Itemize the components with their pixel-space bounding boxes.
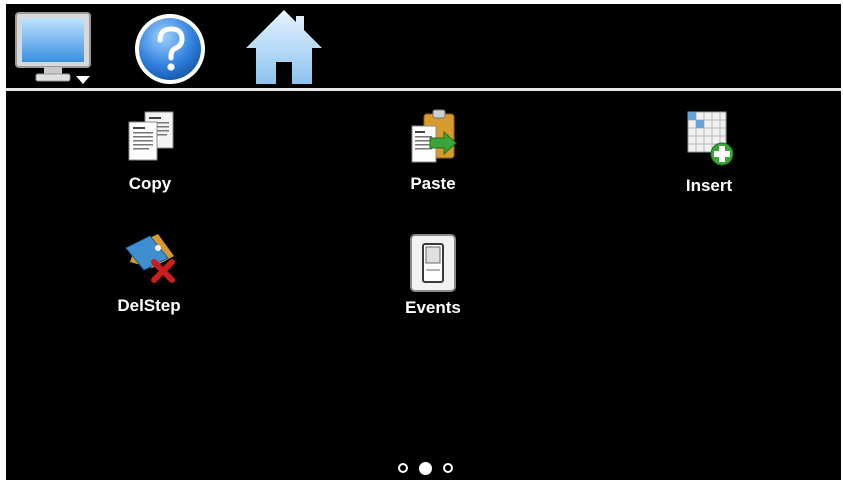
help-button[interactable]: [130, 10, 210, 86]
insert-button[interactable]: Insert: [654, 110, 764, 210]
page-indicator: [396, 462, 466, 478]
delstep-label: DelStep: [117, 296, 181, 315]
home-icon: [246, 10, 322, 84]
page-dot-2-active[interactable]: [419, 462, 432, 475]
copy-label: Copy: [128, 174, 172, 193]
paste-button[interactable]: Paste: [378, 108, 488, 208]
top-toolbar: [6, 4, 841, 88]
paste-label: Paste: [410, 174, 456, 193]
monitor-icon: [15, 12, 91, 84]
delstep-button[interactable]: DelStep: [94, 230, 204, 330]
page-dot-1[interactable]: [398, 463, 408, 473]
help-icon: [135, 14, 205, 84]
toolbar-divider: [6, 88, 841, 91]
screen: Copy Paste Insert DelStep Events: [6, 4, 841, 480]
copy-icon: [128, 111, 174, 161]
monitor-button[interactable]: [14, 10, 94, 86]
copy-button[interactable]: Copy: [95, 108, 205, 208]
insert-label: Insert: [685, 176, 733, 195]
paste-icon: [411, 109, 457, 163]
home-button[interactable]: [244, 6, 324, 86]
events-label: Events: [405, 298, 461, 317]
insert-icon: [687, 111, 734, 166]
events-button[interactable]: Events: [378, 232, 488, 332]
delete-step-icon: [125, 234, 175, 283]
events-switch-icon: [410, 234, 456, 292]
page-dot-3[interactable]: [443, 463, 453, 473]
